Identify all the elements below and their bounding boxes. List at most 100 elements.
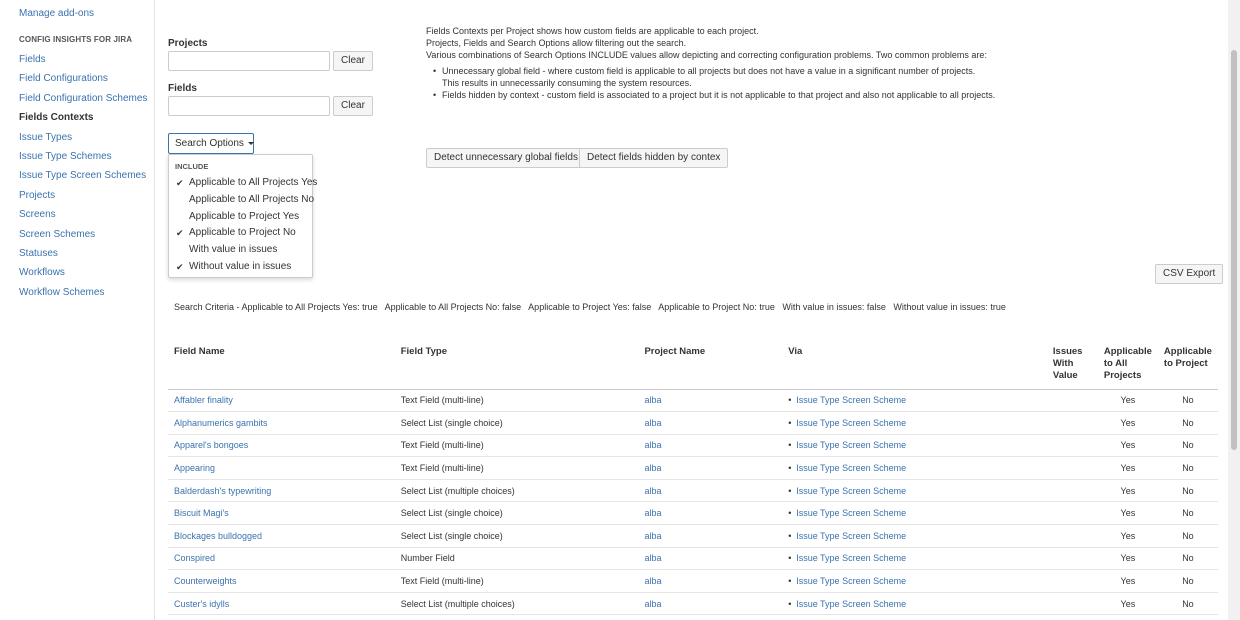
applicable-all-cell: Yes <box>1097 592 1158 616</box>
sidebar-item-fields-contexts[interactable]: Fields Contexts <box>19 112 149 124</box>
field-name-link[interactable]: Apparel's bongoes <box>174 440 248 450</box>
field-name-link: Affabler finality <box>168 389 395 413</box>
dropdown-option[interactable]: ✔ Without value in issues <box>169 259 312 276</box>
field-name-link[interactable]: Biscuit Magi's <box>174 508 229 518</box>
fields-clear-button[interactable]: Clear <box>333 96 373 116</box>
dropdown-option-label: Applicable to Project No <box>189 227 296 239</box>
via-link[interactable]: Issue Type Screen Scheme <box>796 418 906 428</box>
issues-with-value-cell <box>1046 524 1098 548</box>
sidebar-item-issue-types[interactable]: Issue Types <box>19 132 149 144</box>
field-name-link[interactable]: Balderdash's typewriting <box>174 486 271 496</box>
project-name-link: alba <box>638 569 783 593</box>
info-bullets: Unnecessary global field - where custom … <box>426 65 1126 101</box>
col-field-type[interactable]: Field Type <box>394 342 639 390</box>
info-bullet-text: Unnecessary global field - where custom … <box>442 66 976 76</box>
col-applicable-all[interactable]: Applicable to All Projects <box>1097 342 1158 390</box>
via-cell: • Issue Type Screen Scheme <box>782 569 1047 593</box>
project-name-link[interactable]: alba <box>644 440 661 450</box>
sidebar: Manage add-ons CONFIG INSIGHTS FOR JIRA … <box>0 0 155 620</box>
bullet-icon: • <box>788 395 792 406</box>
detect-hidden-fields-button[interactable]: Detect fields hidden by contex <box>579 148 729 168</box>
project-name-link[interactable]: alba <box>644 395 661 405</box>
field-name-link[interactable]: Alphanumerics gambits <box>174 418 268 428</box>
detect-global-fields-button[interactable]: Detect unnecessary global fields <box>426 148 586 168</box>
search-criteria: Search Criteria - Applicable to All Proj… <box>174 302 1006 312</box>
fields-input[interactable] <box>168 96 330 116</box>
table-row: Affabler finality Text Field (multi-line)… <box>168 389 1218 413</box>
checkmark-icon: ✔ <box>176 261 184 272</box>
fields-label: Fields <box>168 83 197 94</box>
applicable-all-cell: Yes <box>1097 547 1158 571</box>
bullet-icon: • <box>788 440 792 451</box>
sidebar-item-screen-schemes[interactable]: Screen Schemes <box>19 229 149 241</box>
sidebar-item-statuses[interactable]: Statuses <box>19 248 149 260</box>
dropdown-option[interactable]: ✔ Applicable to Project No <box>169 225 312 242</box>
applicable-all-cell: Yes <box>1097 524 1158 548</box>
sidebar-item-workflows[interactable]: Workflows <box>19 267 149 279</box>
sidebar-item-issue-type-screen-schemes[interactable]: Issue Type Screen Schemes <box>19 170 149 182</box>
field-name-link[interactable]: Custer's idylls <box>174 599 229 609</box>
projects-input[interactable] <box>168 51 330 71</box>
via-link[interactable]: Issue Type Screen Scheme <box>796 463 906 473</box>
field-name-link[interactable]: Blockages bulldogged <box>174 531 262 541</box>
via-link[interactable]: Issue Type Screen Scheme <box>796 395 906 405</box>
sidebar-item-workflow-schemes[interactable]: Workflow Schemes <box>19 287 149 299</box>
search-options-button[interactable]: Search Options <box>168 133 254 154</box>
dropdown-option[interactable]: Applicable to All Projects No <box>169 192 314 209</box>
sidebar-item-field-configuration-schemes[interactable]: Field Configuration Schemes <box>19 93 149 105</box>
via-link[interactable]: Issue Type Screen Scheme <box>796 531 906 541</box>
sidebar-item-field-configurations[interactable]: Field Configurations <box>19 73 149 85</box>
bullet-icon: • <box>788 417 792 428</box>
applicable-project-cell: No <box>1157 434 1218 458</box>
project-name-link[interactable]: alba <box>644 508 661 518</box>
table-row: Counterweights Text Field (multi-line) alb… <box>168 569 1218 593</box>
via-cell: • Issue Type Screen Scheme <box>782 389 1047 413</box>
field-name-link[interactable]: Appearing <box>174 463 215 473</box>
project-name-link[interactable]: alba <box>644 486 661 496</box>
project-name-link[interactable]: alba <box>644 553 661 563</box>
project-name-link[interactable]: alba <box>644 418 661 428</box>
via-link[interactable]: Issue Type Screen Scheme <box>796 486 906 496</box>
applicable-all-cell: Yes <box>1097 479 1158 503</box>
field-name-link: Biscuit Magi's <box>168 501 395 526</box>
col-field-name[interactable]: Field Name <box>168 342 395 390</box>
sidebar-item-projects[interactable]: Projects <box>19 190 149 202</box>
field-type-cell: Select List (multiple choices) <box>394 479 639 503</box>
via-link[interactable]: Issue Type Screen Scheme <box>796 508 906 518</box>
project-name-link: alba <box>638 456 783 480</box>
project-name-link[interactable]: alba <box>644 463 661 473</box>
dropdown-option[interactable]: Applicable to Project Yes <box>169 209 312 226</box>
col-project-name[interactable]: Project Name <box>638 342 783 390</box>
applicable-project-cell: No <box>1157 524 1218 548</box>
via-link[interactable]: Issue Type Screen Scheme <box>796 576 906 586</box>
dropdown-option-label: Applicable to Project Yes <box>189 210 300 222</box>
field-name-link[interactable]: Counterweights <box>174 576 237 586</box>
applicable-project-cell: No <box>1157 547 1218 571</box>
sidebar-item-issue-type-schemes[interactable]: Issue Type Schemes <box>19 151 149 163</box>
info-line: Projects, Fields and Search Options allo… <box>426 38 687 48</box>
projects-clear-button[interactable]: Clear <box>333 51 373 71</box>
field-name-link[interactable]: Affabler finality <box>174 395 233 405</box>
col-via[interactable]: Via <box>782 342 1047 390</box>
via-link[interactable]: Issue Type Screen Scheme <box>796 553 906 563</box>
project-name-link[interactable]: alba <box>644 599 661 609</box>
table-row: Blockages bulldogged Select List (single … <box>168 524 1218 548</box>
sidebar-item-screens[interactable]: Screens <box>19 209 149 221</box>
col-issues-with-value[interactable]: Issues With Value <box>1046 342 1098 390</box>
project-name-link: alba <box>638 547 783 571</box>
via-link[interactable]: Issue Type Screen Scheme <box>796 599 906 609</box>
dropdown-option[interactable]: With value in issues <box>169 242 312 259</box>
page-scrollbar[interactable] <box>1228 0 1240 620</box>
field-name-link[interactable]: Conspired <box>174 553 215 563</box>
col-applicable-project[interactable]: Applicable to Project <box>1157 342 1218 390</box>
project-name-link[interactable]: alba <box>644 531 661 541</box>
project-name-link: alba <box>638 434 783 458</box>
manage-addons-link[interactable]: Manage add-ons <box>19 8 94 19</box>
project-name-link: alba <box>638 524 783 548</box>
csv-export-button[interactable]: CSV Export <box>1155 264 1224 284</box>
project-name-link[interactable]: alba <box>644 576 661 586</box>
dropdown-option[interactable]: ✔ Applicable to All Projects Yes <box>169 175 317 192</box>
via-link[interactable]: Issue Type Screen Scheme <box>796 440 906 450</box>
scrollbar-thumb[interactable] <box>1231 50 1237 450</box>
sidebar-item-fields[interactable]: Fields <box>19 54 149 66</box>
